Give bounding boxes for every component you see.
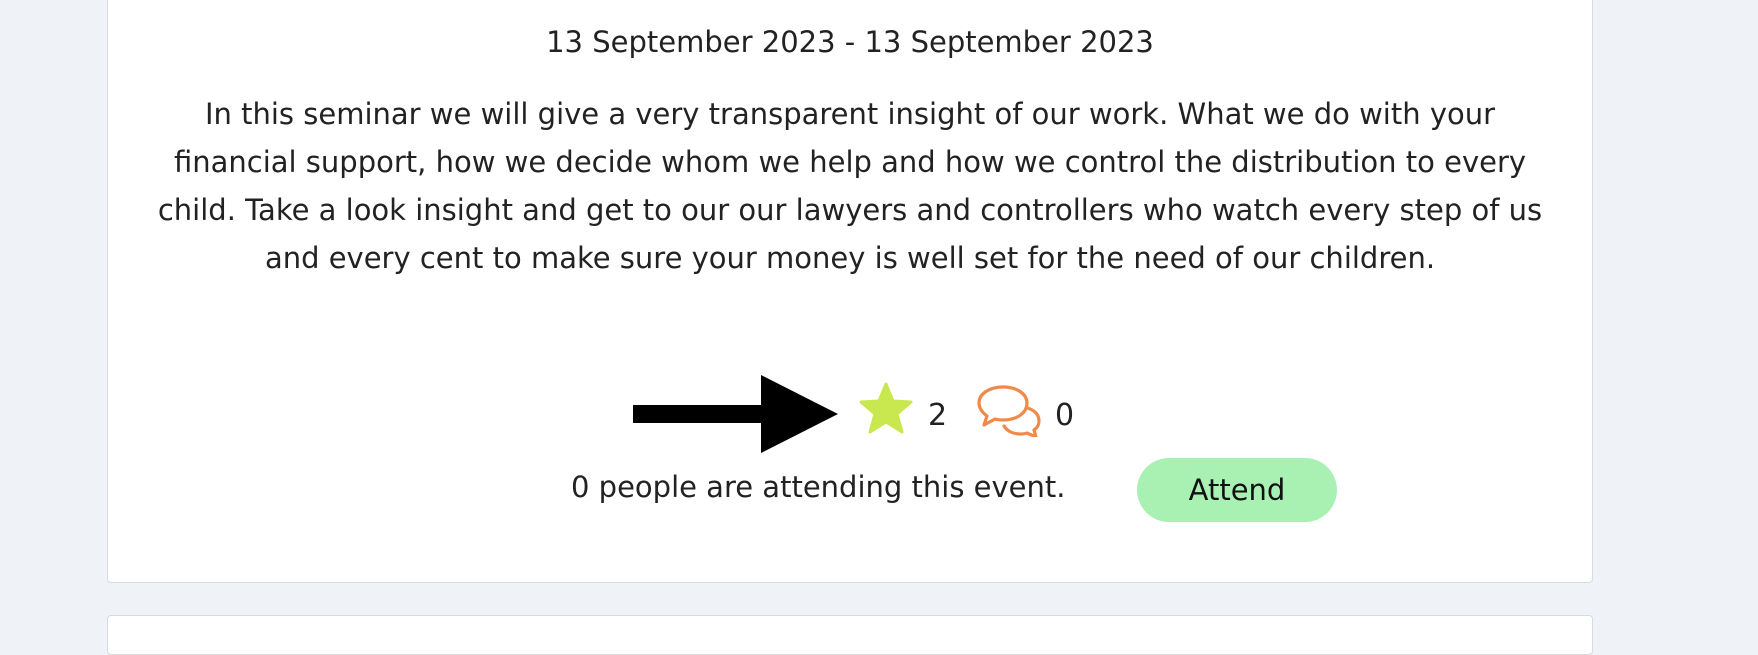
next-event-card	[107, 615, 1593, 655]
event-card: 13 September 2023 - 13 September 2023 In…	[107, 0, 1593, 583]
arrow-right-icon	[633, 375, 838, 453]
comment-count: 0	[1055, 398, 1075, 433]
star-icon[interactable]	[858, 381, 914, 437]
event-description: In this seminar we will give a very tran…	[157, 97, 1543, 275]
comment-bubbles-icon[interactable]	[975, 381, 1043, 437]
attending-count-text: 0 people are attending this event.	[571, 470, 1066, 504]
star-count: 2	[928, 398, 948, 433]
attend-button[interactable]: Attend	[1137, 458, 1337, 522]
event-date-range: 13 September 2023 - 13 September 2023	[546, 25, 1154, 59]
